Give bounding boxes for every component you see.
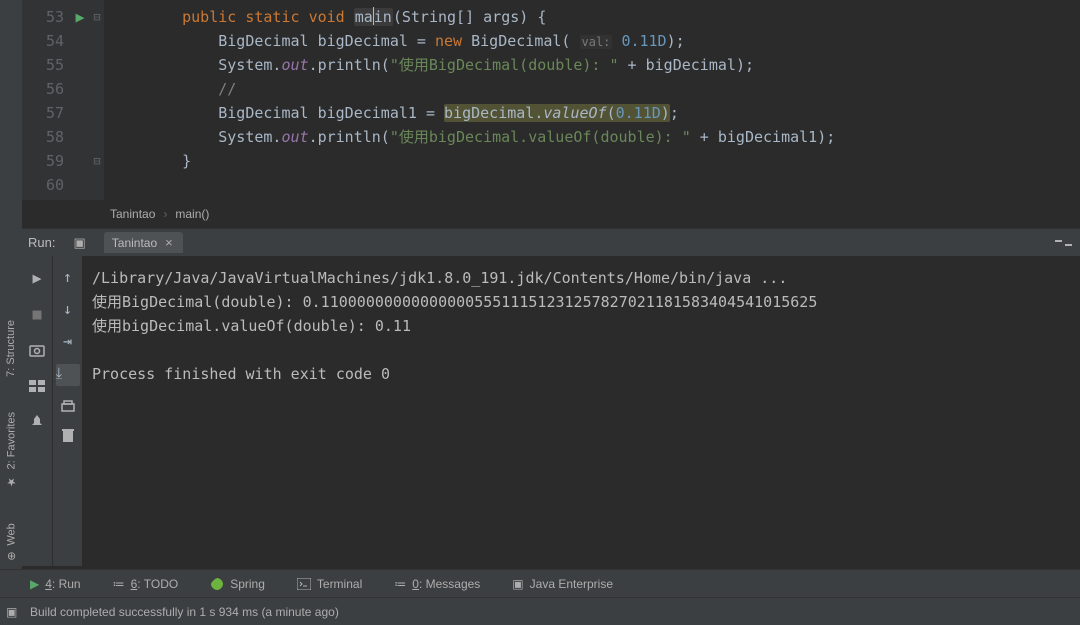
console-output[interactable]: /Library/Java/JavaVirtualMachines/jdk1.8…: [82, 256, 1080, 566]
line-number: 57: [22, 101, 64, 125]
breadcrumb-method[interactable]: main(): [175, 207, 209, 221]
bottom-tool-bar: ▶ 4: Run ≔ 6: TODO Spring Terminal ≔ 0: …: [0, 569, 1080, 597]
gutter-icons: ▶: [70, 0, 90, 200]
trash-icon[interactable]: [62, 428, 74, 443]
sidebar-tab-favorites[interactable]: ★ 2: Favorites: [5, 412, 18, 488]
status-message: Build completed successfully in 1 s 934 …: [30, 605, 339, 619]
debug-tab-icon[interactable]: ▣: [73, 235, 85, 251]
fold-toggle[interactable]: ⊟: [90, 5, 104, 29]
tool-messages-tab[interactable]: ≔ 0: Messages: [394, 577, 480, 591]
status-bar: ▣ Build completed successfully in 1 s 93…: [0, 597, 1080, 625]
close-icon[interactable]: ×: [165, 235, 173, 250]
print-icon[interactable]: [60, 400, 76, 414]
breadcrumb[interactable]: Tanintao › main(): [110, 200, 1080, 228]
line-number: 56: [22, 77, 64, 101]
sidebar-tab-web[interactable]: ⊕ Web: [5, 523, 18, 561]
line-number: 59: [22, 149, 64, 173]
breadcrumb-separator: ›: [163, 207, 167, 221]
run-panel: ▶ ■ ↑ ↓ ⇥ ⤓ /Library/Java/JavaVirtualMac…: [22, 256, 1080, 566]
line-number-gutter: 53 54 55 56 57 58 59 60: [22, 0, 70, 200]
panel-hide-icon[interactable]: [1055, 240, 1072, 246]
status-icon: ▣: [6, 605, 17, 619]
scroll-to-end-icon[interactable]: ⤓: [56, 364, 80, 386]
run-toolbar-secondary: ↑ ↓ ⇥ ⤓: [52, 256, 82, 566]
tool-spring-tab[interactable]: Spring: [210, 577, 265, 591]
code-area[interactable]: public static void main(String[] args) {…: [104, 0, 1080, 200]
stop-icon[interactable]: ■: [27, 304, 47, 324]
fold-toggle[interactable]: ⊟: [90, 149, 104, 173]
line-number: 60: [22, 173, 64, 197]
soft-wrap-icon[interactable]: ⇥: [63, 332, 72, 350]
tool-todo-tab[interactable]: ≔ 6: TODO: [113, 577, 179, 591]
breadcrumb-class[interactable]: Tanintao: [110, 207, 155, 221]
sidebar-tab-structure[interactable]: 7: Structure: [5, 320, 17, 377]
up-icon[interactable]: ↑: [63, 268, 72, 286]
line-number: 55: [22, 53, 64, 77]
screenshot-icon[interactable]: [27, 340, 47, 360]
run-gutter-icon[interactable]: ▶: [70, 5, 90, 29]
editor: 53 54 55 56 57 58 59 60 ▶ ⊟ ⊟ public sta…: [22, 0, 1080, 200]
run-toolbar-primary: ▶ ■: [22, 256, 52, 566]
tool-terminal-tab[interactable]: Terminal: [297, 577, 362, 591]
pin-icon[interactable]: [27, 412, 47, 432]
line-number: 53: [22, 5, 64, 29]
fold-column: ⊟ ⊟: [90, 0, 104, 200]
line-number: 54: [22, 29, 64, 53]
left-vertical-tab-bar: 7: Structure ★ 2: Favorites ⊕ Web: [0, 0, 22, 625]
run-config-tab[interactable]: Tanintao ×: [104, 232, 183, 253]
run-label: Run:: [28, 235, 55, 250]
line-number: 58: [22, 125, 64, 149]
down-icon[interactable]: ↓: [63, 300, 72, 318]
run-panel-header: Run: ▣ Tanintao ×: [0, 228, 1080, 256]
tool-run-tab[interactable]: ▶ 4: Run: [30, 577, 81, 591]
rerun-icon[interactable]: ▶: [27, 268, 47, 288]
layout-icon[interactable]: [27, 376, 47, 396]
tool-enterprise-tab[interactable]: ▣ Java Enterprise: [512, 577, 613, 591]
